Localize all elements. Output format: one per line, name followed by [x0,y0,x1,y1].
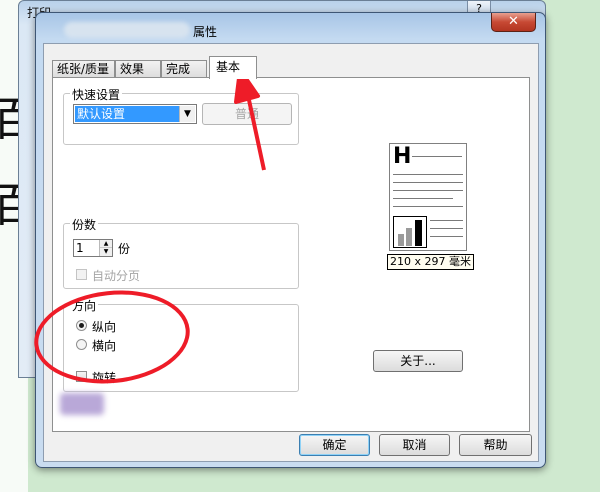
blurred-mark [60,393,104,415]
annotation-arrow [234,68,266,171]
tab-basic[interactable]: 基本 [209,56,257,79]
